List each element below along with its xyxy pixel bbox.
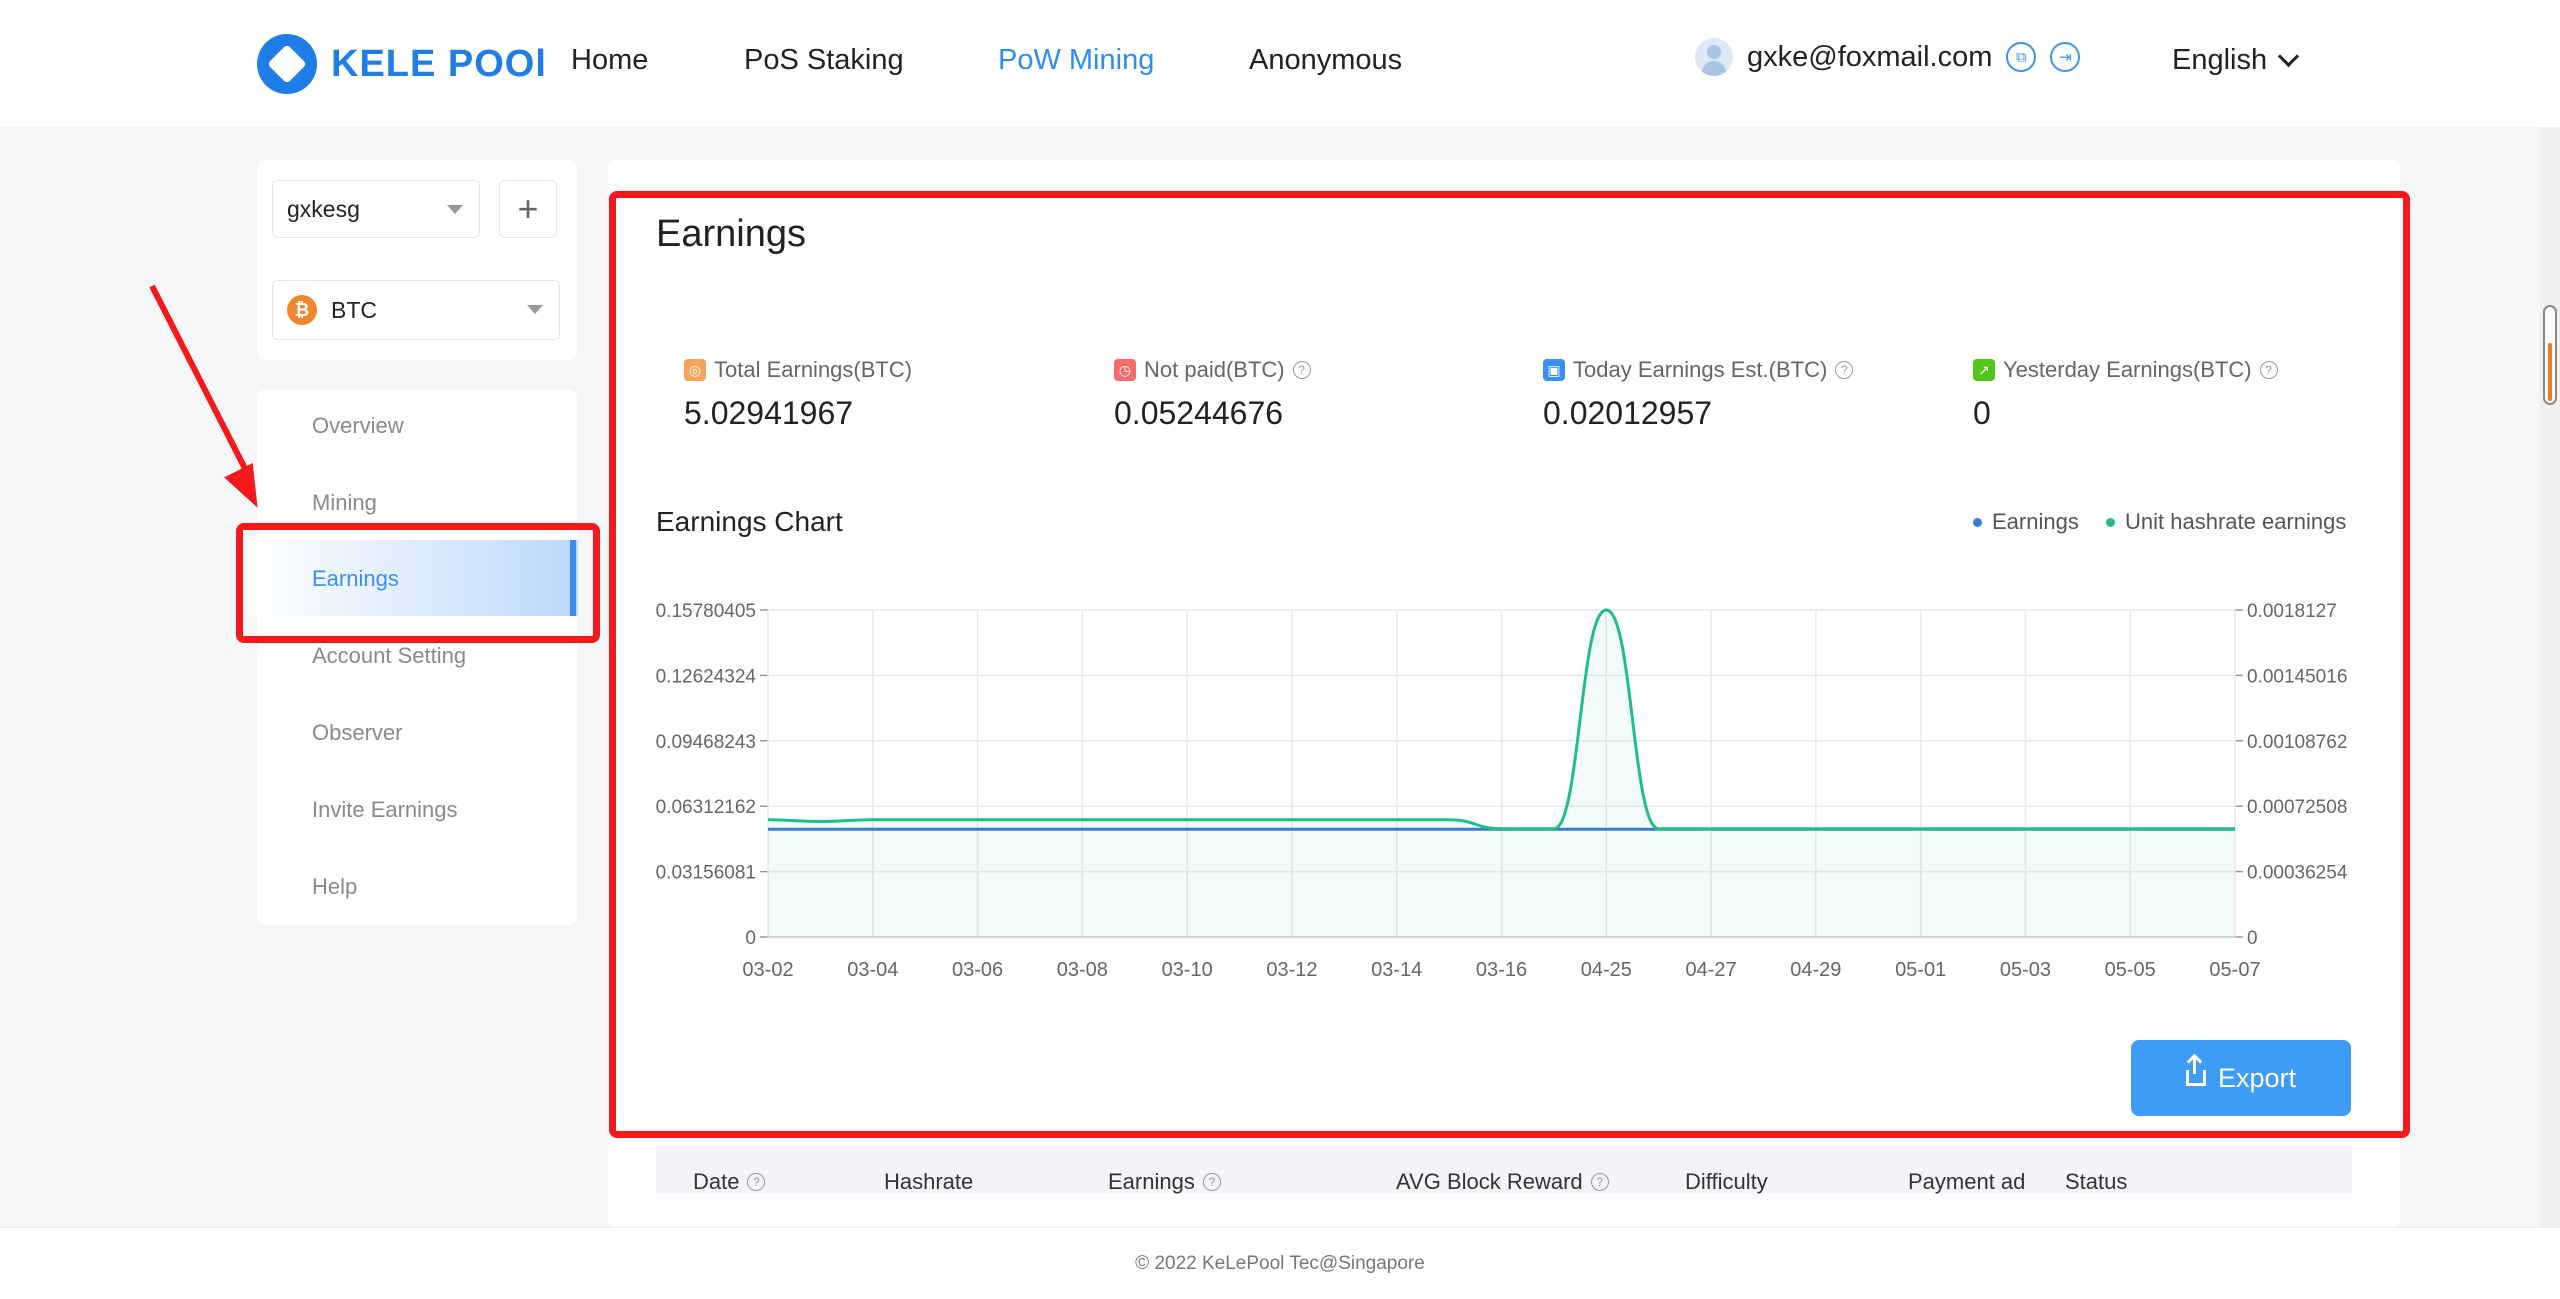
th-earnings: Earnings? [1108, 1169, 1221, 1195]
th-hashrate: Hashrate [884, 1169, 973, 1195]
caret-down-icon [527, 305, 543, 314]
menu-invite-earnings[interactable]: Invite Earnings [312, 797, 458, 823]
help-icon[interactable]: ? [1202, 1173, 1221, 1191]
language-select[interactable]: English [2172, 44, 2300, 77]
account-select[interactable]: gxkesg [272, 180, 480, 238]
th-label: AVG Block Reward [1396, 1169, 1583, 1194]
menu-mining[interactable]: Mining [312, 490, 377, 516]
menu-help[interactable]: Help [312, 874, 357, 900]
th-label: Hashrate [884, 1169, 974, 1194]
footer-copyright: © 2022 KeLePool Tec@Singapore [1135, 1253, 1425, 1274]
help-icon[interactable]: ? [1590, 1173, 1609, 1191]
avatar[interactable] [1695, 38, 1733, 76]
user-email: gxke@foxmail.com [1747, 40, 1993, 73]
th-label: Status [2065, 1169, 2128, 1194]
logo-text: KELE POOl [331, 42, 547, 85]
add-account-button[interactable]: + [499, 180, 557, 238]
copy-icon[interactable]: ⧉ [2006, 42, 2037, 72]
menu-account-setting[interactable]: Account Setting [312, 643, 466, 669]
annotation-arrow-shaft [149, 284, 251, 475]
th-payment-address: Payment ad [1908, 1169, 2030, 1195]
nav-anonymous[interactable]: Anonymous [1249, 44, 1402, 77]
language-label: English [2172, 44, 2268, 76]
nav-home[interactable]: Home [571, 44, 648, 77]
menu-overview[interactable]: Overview [312, 413, 404, 439]
highlight-box-earnings-menu [236, 523, 600, 643]
account-select-value: gxkesg [287, 195, 360, 222]
th-date: Date? [693, 1169, 766, 1195]
menu-observer[interactable]: Observer [312, 720, 402, 746]
nav-pos-staking[interactable]: PoS Staking [744, 44, 904, 77]
th-label: Payment ad [1908, 1169, 2026, 1194]
page-scrollbar-thumb[interactable] [2543, 305, 2557, 405]
highlight-box-earnings-panel [609, 191, 2410, 1138]
th-difficulty: Difficulty [1685, 1169, 1768, 1195]
user-info: gxke@foxmail.com ⧉ ⇥ [1695, 38, 2081, 76]
caret-down-icon [447, 205, 463, 214]
kelepool-logo[interactable]: KELE POOl [257, 34, 547, 94]
th-label: Earnings [1108, 1169, 1195, 1194]
coin-select[interactable]: ₿ BTC [272, 280, 560, 340]
bitcoin-icon: ₿ [287, 295, 317, 325]
page-scrollbar-track[interactable] [2540, 127, 2560, 1227]
top-header: KELE POOl Home PoS Staking PoW Mining An… [0, 0, 2560, 127]
th-avg-block-reward: AVG Block Reward? [1396, 1169, 1609, 1195]
th-status: Status [2065, 1169, 2127, 1195]
help-icon[interactable]: ? [747, 1173, 766, 1191]
coin-select-value: BTC [331, 296, 377, 323]
chevron-down-icon [2278, 45, 2300, 68]
nav-pow-mining[interactable]: PoW Mining [998, 44, 1154, 77]
th-label: Difficulty [1685, 1169, 1768, 1194]
logo-icon [257, 34, 317, 94]
logout-icon[interactable]: ⇥ [2050, 42, 2081, 72]
th-label: Date [693, 1169, 740, 1194]
